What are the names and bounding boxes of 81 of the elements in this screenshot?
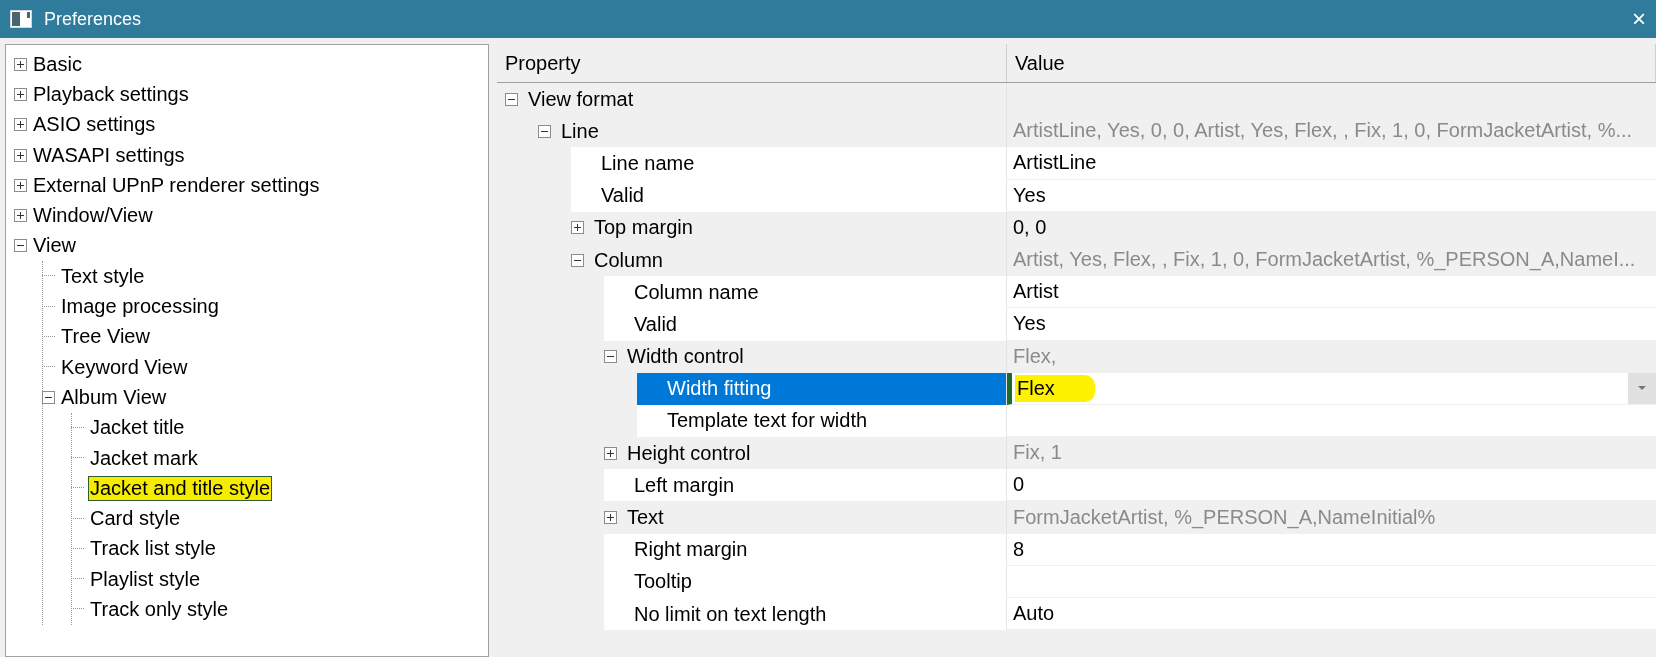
value-cell[interactable]: Yes bbox=[1007, 308, 1656, 341]
expand-icon[interactable] bbox=[604, 511, 617, 525]
tree-item[interactable]: Text style bbox=[59, 263, 147, 289]
tree-item[interactable]: Basic bbox=[31, 51, 84, 77]
expand-icon[interactable] bbox=[571, 221, 584, 235]
setting-name[interactable]: Template text for width bbox=[637, 404, 1006, 438]
value-cell[interactable]: 8 bbox=[1007, 533, 1656, 566]
tree-item[interactable]: Jacket mark bbox=[88, 445, 200, 471]
property-value: Yes bbox=[1013, 183, 1046, 207]
value-cell[interactable]: 0 bbox=[1007, 469, 1656, 502]
property-value[interactable]: Flex bbox=[1015, 374, 1095, 402]
property-value: 8 bbox=[1013, 537, 1025, 561]
caret-icon bbox=[1637, 385, 1647, 392]
setting-name[interactable]: No limit on text length bbox=[604, 598, 1006, 631]
property-value: Artist bbox=[1013, 280, 1059, 304]
window-icon bbox=[10, 10, 32, 28]
expand-icon[interactable] bbox=[14, 148, 27, 162]
setting-name[interactable]: Text bbox=[596, 501, 1006, 534]
property-value: Yes bbox=[1013, 312, 1046, 336]
setting-name[interactable]: Column bbox=[563, 243, 1006, 277]
collapse-icon[interactable] bbox=[604, 350, 617, 364]
value-cell[interactable]: ArtistLine bbox=[1007, 147, 1656, 180]
value-cell[interactable]: Artist bbox=[1007, 276, 1656, 309]
setting-name[interactable]: Width fitting bbox=[637, 372, 1006, 405]
value-cell[interactable]: Auto bbox=[1007, 598, 1656, 631]
tree-item[interactable]: Track list style bbox=[88, 536, 218, 562]
tree-item[interactable]: Jacket title bbox=[88, 415, 187, 441]
tree-item[interactable]: WASAPI settings bbox=[31, 142, 187, 168]
expand-icon[interactable] bbox=[14, 209, 27, 223]
grid-heading[interactable]: Property bbox=[497, 44, 1007, 82]
expand-icon[interactable] bbox=[14, 87, 27, 101]
property-value: Artist, Yes, Flex, , Fix, 1, 0, FormJacketArtist, %_PERSON_A,NameI... bbox=[1013, 248, 1636, 272]
collapse-icon[interactable] bbox=[538, 124, 551, 138]
tree-item[interactable]: Image processing bbox=[59, 294, 221, 319]
tree-item[interactable]: Playback settings bbox=[31, 81, 191, 107]
setting-name[interactable]: Tooltip bbox=[604, 565, 1006, 598]
setting-name[interactable]: Right margin bbox=[604, 533, 1006, 566]
setting-name[interactable]: Left margin bbox=[604, 469, 1006, 502]
tree-item[interactable]: ASIO settings bbox=[31, 112, 158, 138]
property-value: 0, 0 bbox=[1013, 215, 1047, 239]
value-cell[interactable] bbox=[1007, 404, 1656, 438]
value-cell[interactable] bbox=[1007, 565, 1656, 598]
collapse-icon[interactable] bbox=[505, 92, 518, 106]
setting-name[interactable]: Height control bbox=[596, 437, 1006, 470]
setting-name[interactable]: Width control bbox=[596, 340, 1006, 373]
value-cell[interactable]: Yes bbox=[1007, 179, 1656, 212]
property-value: Auto bbox=[1013, 602, 1055, 626]
tree-item[interactable]: Album View bbox=[59, 384, 169, 410]
property-value: Flex, bbox=[1013, 344, 1057, 368]
property-value: 0 bbox=[1013, 473, 1025, 497]
tree-item[interactable]: Window/View bbox=[31, 203, 155, 229]
property-value: FormJacketArtist, %_PERSON_A,NameInitial% bbox=[1013, 505, 1436, 529]
expand-icon[interactable] bbox=[14, 118, 27, 132]
collapse-icon[interactable] bbox=[14, 239, 27, 253]
grid-heading[interactable]: Value bbox=[1007, 44, 1656, 82]
property-value: Fix, 1 bbox=[1013, 441, 1062, 465]
setting-name[interactable]: Valid bbox=[571, 179, 1006, 212]
collapse-icon[interactable] bbox=[42, 390, 55, 404]
close-button[interactable]: × bbox=[1632, 7, 1646, 31]
expand-icon[interactable] bbox=[604, 446, 617, 460]
collapse-icon[interactable] bbox=[571, 253, 584, 267]
expand-icon[interactable] bbox=[14, 57, 27, 71]
tree-item[interactable]: Track only style bbox=[88, 597, 231, 622]
value-cell[interactable]: Flex bbox=[1007, 372, 1656, 405]
setting-name[interactable]: Top margin bbox=[563, 211, 1006, 244]
tree-item[interactable]: Jacket and title style bbox=[88, 475, 273, 501]
property-value: ArtistLine, Yes, 0, 0, Artist, Yes, Flex, , Fix, 1, 0, FormJacketArtist, %... bbox=[1013, 119, 1633, 143]
tree-item[interactable]: Tree View bbox=[59, 324, 152, 350]
setting-name[interactable]: Line name bbox=[571, 147, 1006, 180]
tree-item[interactable]: Card style bbox=[88, 506, 183, 532]
window-title: Preferences bbox=[44, 8, 143, 30]
tree-item[interactable]: External UPnP renderer settings bbox=[31, 172, 322, 198]
setting-name[interactable]: Column name bbox=[604, 276, 1006, 309]
expand-icon[interactable] bbox=[14, 178, 27, 192]
property-value: ArtistLine bbox=[1013, 151, 1097, 175]
tree-item[interactable]: View bbox=[31, 233, 78, 259]
setting-name[interactable]: Line bbox=[530, 115, 1006, 148]
tree-item[interactable]: Playlist style bbox=[88, 566, 203, 592]
setting-name[interactable]: Valid bbox=[604, 308, 1006, 341]
setting-name[interactable]: View format bbox=[497, 83, 1006, 116]
tree-item[interactable]: Keyword View bbox=[59, 354, 190, 380]
